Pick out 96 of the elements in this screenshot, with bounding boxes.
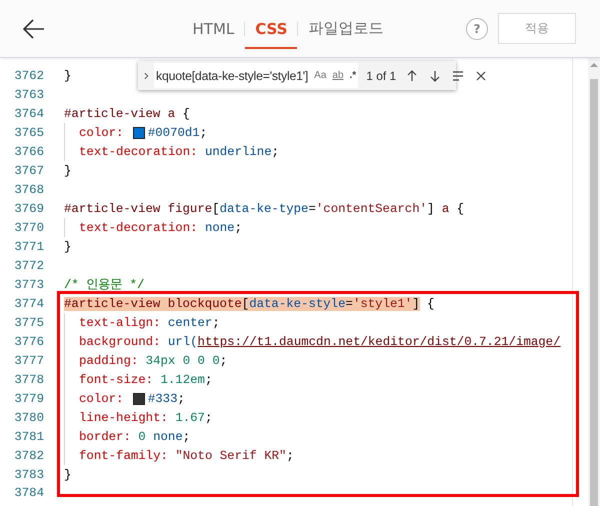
- help-button[interactable]: ?: [466, 18, 488, 40]
- url-text[interactable]: https://t1.daumcdn.net/keditor/dist/0.7.21/image/: [198, 334, 560, 348]
- css-value: center: [168, 316, 212, 330]
- scrollbar-thumb[interactable]: [590, 79, 598, 506]
- apply-button[interactable]: 적용: [498, 13, 576, 44]
- css-value: url(: [168, 334, 198, 348]
- line-number: 3778: [13, 372, 44, 386]
- punctuation: ;: [200, 126, 208, 140]
- number-value: 1.67: [175, 410, 205, 424]
- back-arrow-icon[interactable]: [22, 16, 46, 40]
- line-number: 3779: [13, 392, 44, 406]
- css-value: none: [204, 220, 235, 234]
- color-swatch[interactable]: [132, 392, 145, 404]
- line-number: 3774: [13, 296, 44, 310]
- string-value: "Noto Serif KR": [175, 448, 286, 462]
- punctuation: ;: [234, 220, 242, 234]
- line-number: 3773: [13, 278, 44, 292]
- punctuation: =: [308, 202, 316, 216]
- punctuation: }: [64, 240, 72, 254]
- css-property: color:: [79, 392, 124, 406]
- punctuation: ;: [220, 354, 228, 368]
- punctuation: ;: [204, 372, 212, 386]
- match-count: 1 of 1: [366, 68, 396, 82]
- line-number: 3763: [13, 88, 44, 102]
- css-value: #333: [148, 392, 178, 406]
- line-number: 3766: [13, 144, 44, 158]
- line-number: 3771: [13, 240, 44, 254]
- color-swatch[interactable]: [132, 126, 145, 138]
- css-property: background:: [79, 334, 162, 348]
- line-number: 3777: [13, 354, 44, 368]
- css-property: text-decoration:: [79, 220, 199, 234]
- punctuation: {: [456, 202, 464, 216]
- line-number: 3764: [13, 106, 44, 120]
- css-value: #0070d1: [148, 126, 200, 140]
- close-icon[interactable]: [474, 68, 488, 82]
- string-value: 'contentSearch': [316, 202, 428, 216]
- number-value: 1.12em: [160, 372, 205, 386]
- find-option[interactable]: .*: [350, 70, 356, 81]
- css-value: none: [153, 430, 183, 444]
- line-number: 3783: [13, 468, 44, 482]
- find-option[interactable]: Aa: [314, 70, 326, 81]
- line-number: 3780: [13, 410, 44, 424]
- punctuation: }: [64, 468, 72, 482]
- code-comment: /* 인용문 */: [64, 277, 144, 293]
- line-number: 3772: [13, 258, 44, 272]
- line-number: 3769: [13, 202, 44, 216]
- css-property: padding:: [79, 354, 140, 368]
- punctuation: ]: [412, 296, 420, 310]
- css-property: font-family:: [79, 448, 169, 462]
- scrollbar[interactable]: [588, 58, 600, 506]
- attribute-name: data-ke-type: [220, 202, 308, 216]
- line-number: 3770: [13, 220, 44, 234]
- attribute-name: data-ke-style: [249, 296, 346, 310]
- punctuation: =: [346, 296, 353, 310]
- css-property: text-decoration:: [79, 144, 199, 158]
- tab[interactable]: HTML: [182, 8, 244, 48]
- line-number: 3784: [13, 486, 44, 500]
- css-property: text-align:: [79, 316, 162, 330]
- line-number: 3782: [13, 448, 44, 462]
- punctuation: ;: [178, 392, 185, 406]
- line-number: 3767: [13, 164, 44, 178]
- line-number: 3781: [13, 430, 44, 444]
- line-number: 3768: [13, 182, 44, 196]
- punctuation: ;: [182, 430, 190, 444]
- punctuation: ;: [286, 448, 294, 462]
- css-property: font-size:: [79, 372, 154, 386]
- css-selector: #article-view figure: [64, 202, 212, 216]
- punctuation: {: [182, 106, 190, 120]
- punctuation: ;: [212, 316, 220, 330]
- css-property: border:: [79, 430, 132, 444]
- punctuation: {: [426, 296, 434, 310]
- css-selector: #article-view a: [64, 106, 176, 120]
- number-value: 0: [138, 430, 147, 444]
- line-number: 3765: [13, 126, 44, 140]
- tab[interactable]: 파일업로드: [298, 8, 394, 48]
- string-value: 'style1': [352, 296, 412, 310]
- number-value: 34px 0 0 0: [146, 354, 220, 368]
- css-value: underline: [204, 144, 272, 158]
- arrow-down-icon[interactable]: [428, 68, 442, 82]
- punctuation: ;: [204, 410, 212, 424]
- line-number: 3762: [13, 68, 44, 82]
- css-property: color:: [79, 126, 124, 140]
- punctuation: [: [242, 296, 250, 310]
- css-property: line-height:: [79, 410, 169, 424]
- css-selector: #article-view blockquote: [64, 296, 242, 310]
- punctuation: ;: [272, 144, 280, 158]
- lines-icon[interactable]: [451, 68, 466, 82]
- punctuation: }: [64, 164, 72, 178]
- line-number: 3776: [13, 334, 44, 348]
- find-option[interactable]: ab: [332, 70, 344, 81]
- line-number: 3775: [13, 316, 44, 330]
- find-query[interactable]: kquote[data-ke-style='style1']: [156, 68, 308, 82]
- punctuation: }: [64, 68, 72, 82]
- css-selector: a: [440, 202, 450, 216]
- punctuation: ]: [427, 202, 434, 216]
- punctuation: [: [212, 202, 220, 216]
